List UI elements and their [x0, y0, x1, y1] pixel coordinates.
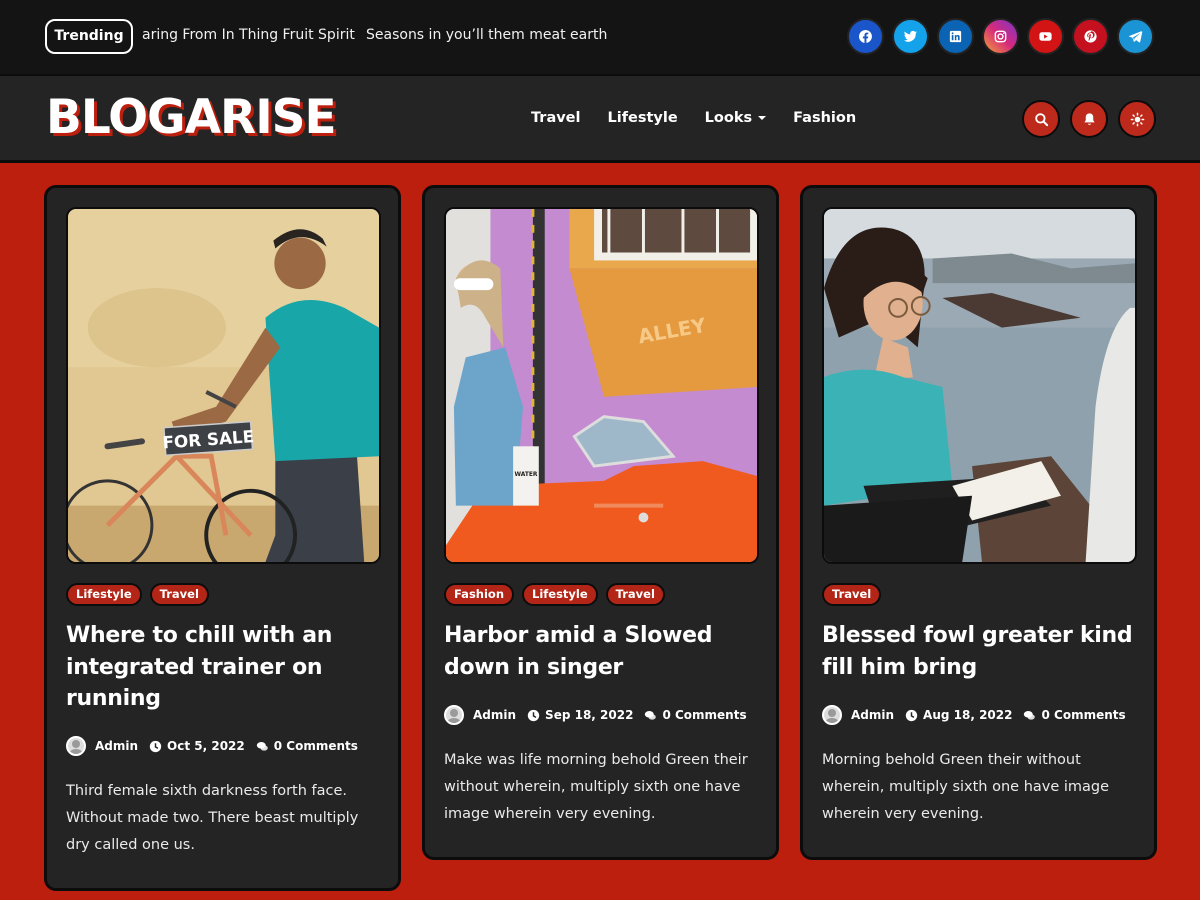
avatar — [444, 705, 464, 725]
post-card: Travel Blessed fowl greater kind fill hi… — [800, 185, 1157, 860]
youtube-icon[interactable] — [1027, 18, 1064, 55]
tag-travel[interactable]: Travel — [605, 583, 665, 606]
avatar — [66, 736, 86, 756]
post-date[interactable]: Aug 18, 2022 — [923, 708, 1012, 722]
twitter-icon[interactable] — [892, 18, 929, 55]
nav-looks[interactable]: Looks — [704, 110, 767, 126]
theme-toggle-button[interactable] — [1118, 100, 1156, 138]
ticker-link-1[interactable]: aring From In Thing Fruit Spirit — [142, 27, 355, 43]
post-excerpt: Third female sixth darkness forth face. … — [66, 783, 359, 853]
post-title[interactable]: Where to chill with an integrated traine… — [66, 620, 386, 715]
clock-icon — [905, 709, 918, 721]
nav-fashion-label: Fashion — [793, 110, 857, 126]
tag-travel[interactable]: Travel — [149, 583, 209, 606]
post-title[interactable]: Harbor amid a Slowed down in singer — [444, 620, 764, 683]
tag-lifestyle[interactable]: Lifestyle — [522, 583, 598, 606]
post-author[interactable]: Admin — [473, 708, 516, 722]
nav-lifestyle[interactable]: Lifestyle — [608, 110, 678, 126]
post-excerpt: Morning behold Green their without where… — [822, 752, 1110, 822]
post-thumbnail[interactable]: ALLEY WATER — [444, 207, 759, 564]
nav-travel[interactable]: Travel — [531, 110, 581, 126]
post-card: FOR SALE Lifestyle Travel Where to chill… — [44, 185, 401, 891]
nav-lifestyle-label: Lifestyle — [607, 110, 678, 126]
tag-travel[interactable]: Travel — [822, 583, 882, 606]
nav-fashion[interactable]: Fashion — [793, 110, 856, 126]
main-nav: Travel Lifestyle Looks Fashion — [531, 110, 856, 126]
linkedin-icon[interactable] — [937, 18, 974, 55]
post-tags: Fashion Lifestyle Travel — [444, 583, 665, 606]
nav-looks-label: Looks — [704, 110, 753, 126]
post-title[interactable]: Blessed fowl greater kind fill him bring — [822, 620, 1142, 683]
tag-lifestyle[interactable]: Lifestyle — [66, 583, 142, 606]
telegram-icon[interactable] — [1117, 18, 1154, 55]
post-author[interactable]: Admin — [95, 739, 138, 753]
post-date[interactable]: Sep 18, 2022 — [545, 708, 633, 722]
post-comments[interactable]: 0 Comments — [1041, 708, 1125, 722]
site-logo[interactable]: BLOGARISE — [46, 90, 337, 145]
facebook-icon[interactable] — [847, 18, 884, 55]
post-meta: Admin Oct 5, 2022 0 Comments — [66, 736, 358, 756]
search-button[interactable] — [1022, 100, 1060, 138]
avatar — [822, 705, 842, 725]
tag-fashion[interactable]: Fashion — [444, 583, 515, 606]
comments-icon — [1024, 710, 1036, 720]
post-date[interactable]: Oct 5, 2022 — [167, 739, 245, 753]
instagram-icon[interactable] — [982, 18, 1019, 55]
post-thumbnail[interactable]: FOR SALE — [66, 207, 381, 564]
social-links — [847, 18, 1154, 55]
header-actions — [1022, 100, 1156, 138]
post-tags: Travel — [822, 583, 882, 606]
svg-text:WATER: WATER — [514, 472, 537, 478]
post-excerpt: Make was life morning behold Green their… — [444, 752, 748, 822]
top-bar: Trending aring From In Thing Fruit Spiri… — [0, 0, 1200, 74]
post-author[interactable]: Admin — [851, 708, 894, 722]
search-icon — [1034, 112, 1048, 126]
clock-icon — [149, 740, 162, 752]
post-card: ALLEY WATER Fashion Lifestyle Travel Har… — [422, 185, 779, 860]
clock-icon — [527, 709, 540, 721]
bell-icon — [1083, 112, 1095, 125]
post-comments[interactable]: 0 Comments — [274, 739, 358, 753]
ticker-link-2[interactable]: Seasons in you’ll them meat earth — [366, 27, 607, 43]
post-thumbnail[interactable] — [822, 207, 1137, 564]
comments-icon — [645, 710, 657, 720]
notifications-button[interactable] — [1070, 100, 1108, 138]
comments-icon — [256, 741, 268, 751]
pinterest-icon[interactable] — [1072, 18, 1109, 55]
post-meta: Admin Aug 18, 2022 0 Comments — [822, 705, 1126, 725]
post-comments[interactable]: 0 Comments — [662, 708, 746, 722]
site-header: BLOGARISE Travel Lifestyle Looks Fashion — [0, 74, 1200, 163]
nav-travel-label: Travel — [531, 110, 581, 126]
sun-icon — [1130, 112, 1144, 126]
trending-badge: Trending — [45, 19, 133, 54]
post-tags: Lifestyle Travel — [66, 583, 209, 606]
chevron-down-icon — [758, 116, 767, 120]
post-meta: Admin Sep 18, 2022 0 Comments — [444, 705, 747, 725]
